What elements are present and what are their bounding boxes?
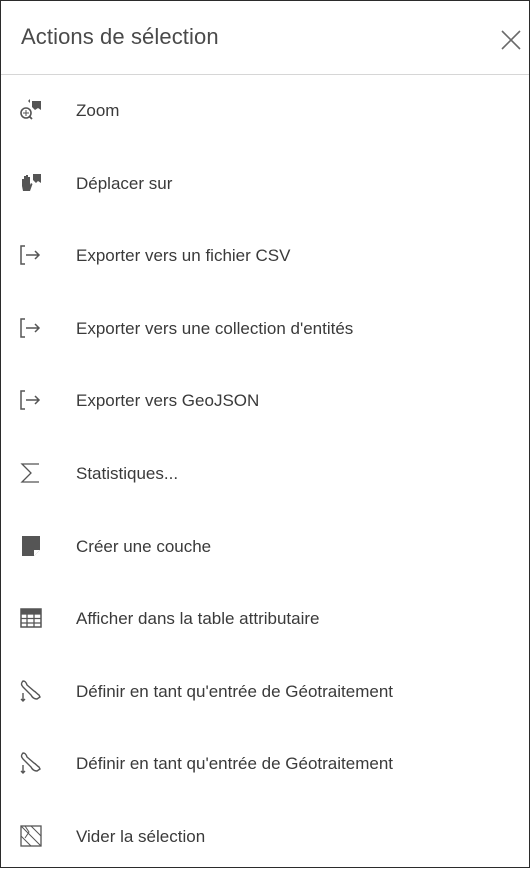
menu-item-zoom[interactable]: Zoom bbox=[1, 75, 529, 148]
zoom-to-icon bbox=[19, 98, 43, 122]
menu-item-show-attribute-table[interactable]: Afficher dans la table attributaire bbox=[1, 583, 529, 656]
actions-menu: Zoom Déplacer sur Exporter vers un fichi… bbox=[1, 75, 529, 874]
geoprocessing-icon bbox=[19, 679, 43, 703]
menu-item-label: Exporter vers GeoJSON bbox=[76, 391, 260, 411]
menu-item-create-layer[interactable]: Créer une couche bbox=[1, 511, 529, 584]
export-icon bbox=[19, 388, 43, 412]
menu-item-label: Déplacer sur bbox=[76, 173, 173, 193]
menu-item-export-geojson[interactable]: Exporter vers GeoJSON bbox=[1, 365, 529, 438]
menu-item-geoprocessing-input-1[interactable]: Définir en tant qu'entrée de Géotraiteme… bbox=[1, 656, 529, 729]
menu-item-export-feature-collection[interactable]: Exporter vers une collection d'entités bbox=[1, 293, 529, 366]
panel-title: Actions de sélection bbox=[21, 24, 219, 49]
panel-header: Actions de sélection bbox=[1, 1, 529, 75]
menu-item-label: Statistiques... bbox=[76, 463, 179, 483]
menu-item-label: Zoom bbox=[76, 101, 120, 120]
menu-item-label: Définir en tant qu'entrée de Géotraiteme… bbox=[76, 754, 393, 774]
clear-selection-icon bbox=[19, 824, 43, 848]
close-icon[interactable] bbox=[500, 29, 522, 51]
menu-item-pan-to[interactable]: Déplacer sur bbox=[1, 148, 529, 221]
create-layer-icon bbox=[19, 534, 43, 558]
menu-item-export-csv[interactable]: Exporter vers un fichier CSV bbox=[1, 220, 529, 293]
pan-to-icon bbox=[19, 171, 43, 195]
menu-item-geoprocessing-input-2[interactable]: Définir en tant qu'entrée de Géotraiteme… bbox=[1, 728, 529, 801]
menu-item-label: Créer une couche bbox=[76, 536, 212, 556]
export-icon bbox=[19, 316, 43, 340]
menu-item-label: Définir en tant qu'entrée de Géotraiteme… bbox=[76, 681, 393, 701]
menu-item-label: Exporter vers un fichier CSV bbox=[76, 246, 291, 266]
geoprocessing-icon bbox=[19, 751, 43, 775]
table-icon bbox=[19, 606, 43, 630]
selection-actions-panel: Actions de sélection Zoom Déplacer sur E… bbox=[0, 0, 530, 868]
sigma-icon bbox=[19, 461, 43, 485]
menu-item-label: Exporter vers une collection d'entités bbox=[76, 318, 354, 338]
export-icon bbox=[19, 243, 43, 267]
menu-item-label: Vider la sélection bbox=[76, 826, 206, 846]
menu-item-label: Afficher dans la table attributaire bbox=[76, 609, 320, 629]
menu-item-statistics[interactable]: Statistiques... bbox=[1, 438, 529, 511]
menu-item-clear-selection[interactable]: Vider la sélection bbox=[1, 801, 529, 874]
